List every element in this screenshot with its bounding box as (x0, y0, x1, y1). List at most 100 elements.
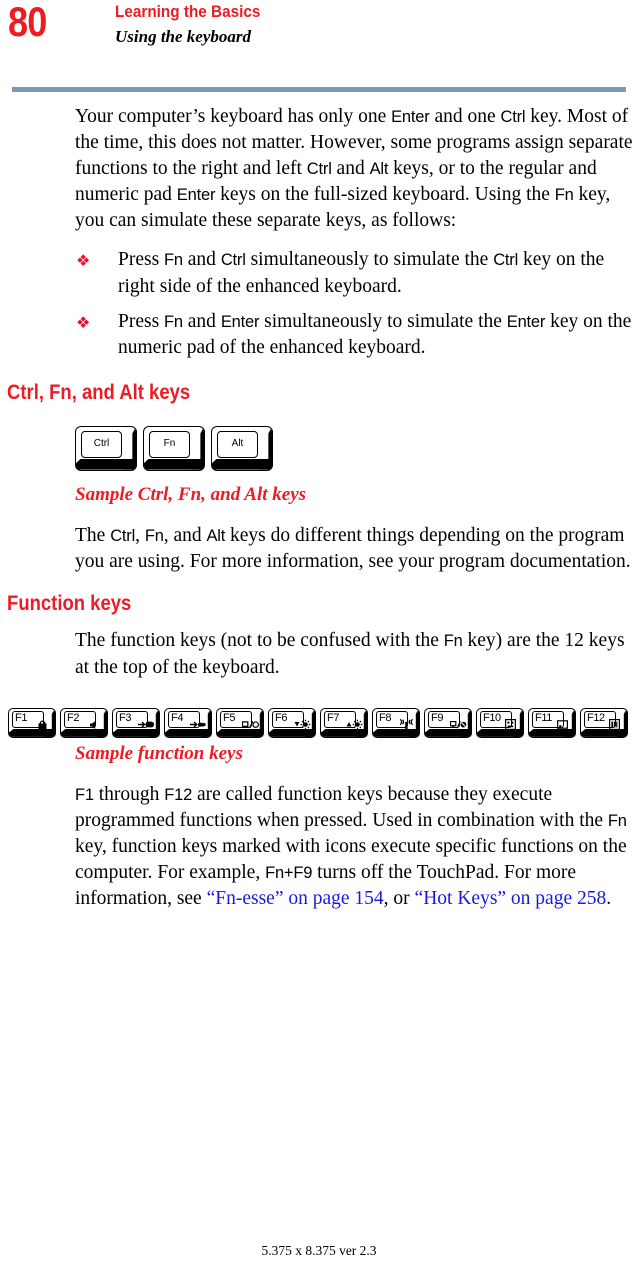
intro-text-f: keys on the full-sized keyboard. Using t… (215, 183, 555, 205)
fn-body-a: through (93, 783, 165, 805)
keycap-ctrl: Ctrl (75, 425, 137, 471)
keycap-label: F9 (431, 712, 444, 725)
keycap-bevel-bottom (212, 458, 272, 470)
key-name-fn: Fn (554, 185, 574, 204)
fn-body-f: . (606, 888, 612, 910)
key-name-fn: Fn (144, 526, 164, 545)
lock-icon (34, 719, 51, 731)
keycap-label: F11 (535, 712, 552, 725)
keycap-label: F6 (275, 712, 288, 725)
header-subtitle: Using the keyboard (115, 27, 251, 46)
keycap-label: Fn (163, 438, 176, 450)
hibernate-icon (190, 719, 207, 731)
key-name-ctrl: Ctrl (110, 526, 136, 545)
ctrl-text-c: , and (163, 524, 207, 546)
intro-text-d: and (331, 157, 370, 179)
keycap-label: Ctrl (93, 438, 110, 450)
key-name-enter-2: Enter (506, 313, 546, 332)
fkey-wrap-f12: F12 (580, 707, 632, 738)
section-heading-ctrl-fn-alt: Ctrl, Fn, and Alt keys (7, 380, 191, 404)
key-name-alt: Alt (206, 526, 226, 545)
fkey-wrap-f11: F11 (528, 707, 580, 738)
bullet-text-b: and (182, 311, 221, 333)
key-combo-fn-f9: Fn+F9 (265, 863, 313, 882)
keycap-label: F5 (223, 712, 236, 725)
header-title: Learning the Basics (115, 2, 261, 21)
fkey-wrap-f1: F1 (8, 707, 60, 738)
keycap-face: Fn (149, 430, 190, 458)
list-item: ❖ Press Fn and Ctrl simultaneously to sim… (0, 247, 638, 299)
section-heading-function-keys: Function keys (7, 592, 132, 616)
wireless-icon (398, 719, 415, 731)
key-name-enter: Enter (391, 108, 430, 126)
ctrl-section-paragraph: The Ctrl, Fn, and Alt keys do different … (0, 523, 638, 575)
fkey-wrap-f3: F3 (112, 707, 164, 738)
fkey-wrap-f2: F2 (60, 707, 112, 738)
key-name-enter-2: Enter (176, 185, 216, 204)
keycap-face: Ctrl (81, 430, 122, 458)
bullet-diamond-icon: ❖ (76, 251, 91, 271)
keycap-bevel-bottom (144, 458, 204, 470)
fkey-wrap-f4: F4 (164, 707, 216, 738)
bullet-text-a: Press (118, 249, 165, 271)
fkey-wrap-f5: F5 (216, 707, 268, 738)
function-keycap-row: F1 F2 F3 F4 F5 F6 F7 F8 F9 F10 F11 F12 (8, 707, 638, 738)
keycap-label: F4 (171, 712, 184, 725)
key-name-ctrl-2: Ctrl (306, 159, 332, 178)
touchpad-toggle-icon (450, 719, 467, 731)
key-name-f1: F1 (75, 785, 94, 804)
function-keys-paragraph: F1 through F12 are called function keys … (0, 782, 638, 911)
keycap-row: Ctrl Fn Alt (75, 425, 638, 471)
keycap-label: F3 (119, 712, 132, 725)
sleep-icon (138, 719, 155, 731)
page-footer: 5.375 x 8.375 ver 2.3 (261, 1243, 377, 1258)
key-name-enter: Enter (220, 313, 260, 332)
bullet-text-b: and (182, 249, 221, 271)
keycap-label: F10 (483, 712, 501, 725)
key-name-ctrl-2: Ctrl (493, 251, 519, 270)
fkey-wrap-f9: F9 (424, 707, 476, 738)
key-name-f12: F12 (164, 785, 193, 804)
scroll-lock-icon (606, 719, 623, 731)
keycap-fn: Fn (143, 425, 205, 471)
bullet-text-a: Press (118, 311, 165, 333)
fkey-wrap-f6: F6 (268, 707, 320, 738)
fkey-wrap-f8: F8 (372, 707, 424, 738)
display-toggle-icon (242, 719, 259, 731)
list-item: ❖ Press Fn and Enter simultaneously to si… (0, 309, 638, 361)
keycap-label: F2 (67, 712, 80, 725)
numlock-icon (554, 719, 571, 731)
link-fn-esse-page-154[interactable]: “Fn-esse” on page 154 (207, 888, 384, 909)
function-keys-intro-paragraph: The function keys (not to be confused wi… (0, 628, 638, 680)
header-divider (12, 87, 626, 92)
fn-body-e: , or (383, 888, 415, 910)
brightness-down-icon (294, 719, 311, 731)
intro-text-a: Your computer’s keyboard has only one (75, 106, 392, 127)
figure-caption-ctrl-fn-alt: Sample Ctrl, Fn, and Alt keys (75, 483, 307, 505)
keycap-face: Alt (217, 430, 258, 458)
key-name-fn: Fn (443, 632, 463, 651)
ctrl-text-a: The (75, 524, 111, 546)
page-header: 80 Learning the Basics Using the keyboar… (0, 0, 638, 92)
fkey-wrap-f10: F10 (476, 707, 528, 738)
keycap-label: F7 (327, 712, 340, 725)
fn-intro-a: The function keys (not to be confused wi… (75, 630, 444, 652)
page-number: 80 (8, 0, 47, 45)
figure-caption-function-keys: Sample function keys (75, 742, 243, 764)
keypad-icon (502, 719, 519, 731)
figure-ctrl-fn-alt-keys: Ctrl Fn Alt (0, 425, 638, 471)
figure-function-keys: F1 F2 F3 F4 F5 F6 F7 F8 F9 F10 F11 F12 (0, 707, 638, 738)
brightness-up-icon (346, 719, 363, 731)
keycap-label: F12 (587, 712, 605, 725)
key-name-ctrl: Ctrl (500, 108, 526, 126)
key-name-fn: Fn (607, 812, 627, 831)
link-hot-keys-page-258[interactable]: “Hot Keys” on page 258 (415, 888, 607, 909)
page-content: Your computer’s keyboard has only one En… (0, 104, 638, 911)
keycap-label: F1 (15, 712, 28, 725)
bullet-text-c: simultaneously to simulate the (245, 249, 494, 271)
bullet-text-c: simultaneously to simulate the (259, 311, 507, 333)
header-text-block: Learning the Basics Using the keyboard (115, 2, 277, 48)
intro-paragraph: Your computer’s keyboard has only one En… (0, 104, 638, 233)
fkey-wrap-f7: F7 (320, 707, 372, 738)
keycap-label: Alt (231, 438, 244, 450)
